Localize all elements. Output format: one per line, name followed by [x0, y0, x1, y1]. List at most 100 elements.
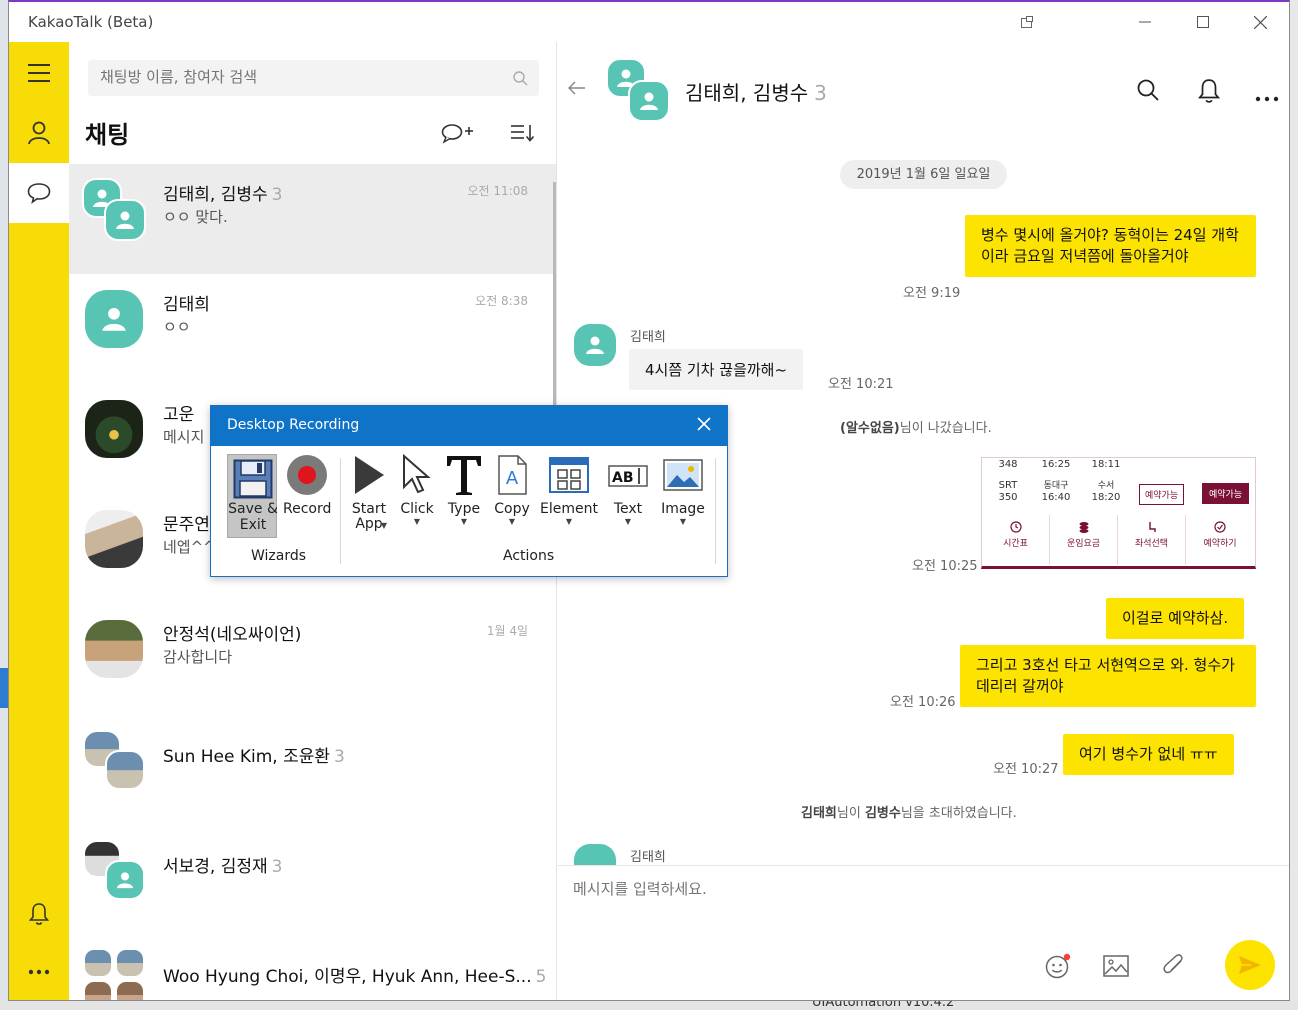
- friends-icon: [28, 121, 50, 145]
- chat-room-title: 김태희, 김병수 3: [685, 77, 827, 106]
- back-arrow-icon: [567, 81, 585, 95]
- ticket-departure: 동대구 16:40: [1036, 480, 1076, 504]
- chat-name: Sun Hee Kim, 조윤환: [163, 747, 331, 767]
- chat-notification-button[interactable]: [1197, 78, 1221, 108]
- record-label: Record: [283, 501, 332, 517]
- ticket-selected-button: 예약가능: [1202, 483, 1250, 504]
- recorder-close-button[interactable]: [697, 415, 711, 436]
- click-button[interactable]: Click ▼: [397, 453, 437, 526]
- chat-name: Woo Hyung Choi, 이명우, Hyuk Ann, Hee-S...: [163, 967, 532, 987]
- image-button[interactable]: Image ▼: [659, 454, 707, 526]
- text-button[interactable]: AB Text ▼: [607, 454, 649, 526]
- app-title: KakaoTalk (Beta): [28, 13, 154, 31]
- send-button[interactable]: [1225, 940, 1275, 990]
- search-icon: [1137, 79, 1159, 101]
- ticket-nav-label: 시간표: [1003, 539, 1028, 549]
- system-user: 김태희: [801, 806, 837, 821]
- chat-row[interactable]: 김태희 ㅇㅇ 오전 8:38: [69, 274, 556, 384]
- search-icon: [513, 71, 528, 86]
- more-button[interactable]: [9, 942, 69, 1000]
- ticket-train-name: SRT: [998, 480, 1018, 491]
- message-time: 오전 10:26: [890, 695, 956, 710]
- chat-more-button[interactable]: [1255, 87, 1279, 106]
- ticket-arr-station: 수서: [1097, 481, 1115, 491]
- actions-group-label: Actions: [503, 548, 555, 564]
- chat-name: 김태희: [163, 295, 210, 315]
- message-time: 오전 10:21: [828, 377, 894, 392]
- emoticon-button[interactable]: [1045, 953, 1071, 983]
- chat-search-button[interactable]: [1137, 79, 1159, 105]
- compact-overlay-icon: [1021, 16, 1033, 28]
- element-button[interactable]: Element ▼: [539, 454, 599, 526]
- chat-name-container: 안정석(네오싸이언): [163, 620, 301, 645]
- notifications-button[interactable]: [9, 884, 69, 944]
- sender-avatar[interactable]: [574, 324, 616, 366]
- message-time: 오전 9:19: [903, 286, 961, 301]
- avatar-photo: [85, 620, 143, 678]
- chats-tab[interactable]: [9, 163, 69, 223]
- type-button[interactable]: Type ▼: [444, 454, 484, 526]
- save-exit-button[interactable]: Save & Exit: [227, 454, 278, 538]
- ticket-available-button: 예약가능: [1139, 484, 1185, 505]
- system-text: 님이: [836, 806, 865, 821]
- dropdown-caret-icon: ▼: [679, 517, 687, 526]
- avatar-photo: [85, 510, 143, 568]
- file-attach-button[interactable]: [1161, 953, 1187, 983]
- chat-row[interactable]: 안정석(네오싸이언) 감사합니다 1월 4일: [69, 604, 556, 714]
- copy-button[interactable]: A Copy ▼: [492, 454, 532, 526]
- chat-preview: 감사합니다: [163, 648, 233, 666]
- chat-name-container: 김태희: [163, 290, 210, 315]
- my-message-bubble[interactable]: 여기 병수가 없네 ㅠㅠ: [1063, 734, 1234, 775]
- minimize-button[interactable]: [1122, 2, 1168, 42]
- shared-ticket-image[interactable]: 348 16:25 18:11 SRT 350 동대구 16:40 수서 18:20 …: [981, 457, 1256, 569]
- compact-overlay-button[interactable]: [1004, 2, 1050, 42]
- search-input[interactable]: [100, 68, 500, 86]
- chat-row[interactable]: Woo Hyung Choi, 이명우, Hyuk Ann, Hee-S... 5: [69, 934, 556, 1000]
- more-icon: [1255, 96, 1279, 102]
- coins-icon: [1079, 522, 1088, 533]
- play-icon: [355, 456, 384, 494]
- sort-icon: [511, 125, 535, 142]
- start-app-button[interactable]: Start App ▼: [348, 454, 390, 532]
- chat-time: 1월 4일: [486, 624, 528, 638]
- chat-name-container: 고운: [163, 400, 194, 425]
- image-attach-button[interactable]: [1103, 955, 1129, 981]
- maximize-icon: [1197, 16, 1209, 28]
- chat-preview: 메시지: [163, 428, 205, 446]
- system-message: (알수없음)님이 나갔습니다.: [840, 417, 992, 436]
- search-box: [88, 60, 539, 96]
- paperclip-icon: [1163, 954, 1183, 974]
- member-count: 5: [535, 967, 547, 987]
- chat-row[interactable]: 김태희, 김병수 3 ㅇㅇ 맞다. 오전 11:08: [69, 164, 556, 274]
- record-button[interactable]: Record: [283, 454, 331, 517]
- member-count: 3: [271, 185, 283, 205]
- message-composer: [558, 865, 1289, 1000]
- sort-button[interactable]: [511, 124, 535, 146]
- other-message-bubble[interactable]: 4시쯤 기차 끊을까해~: [629, 349, 804, 390]
- recorder-title-bar: Desktop Recording: [211, 406, 727, 446]
- back-button[interactable]: [567, 80, 586, 99]
- ticket-arrival: 수서 18:20: [1086, 480, 1126, 504]
- my-message-bubble[interactable]: 이걸로 예약하삼.: [1106, 598, 1245, 639]
- my-message-bubble[interactable]: 병수 몇시에 올거야? 동혁이는 24일 개학이라 금요일 저녁쯤에 돌아올거야: [965, 215, 1256, 277]
- avatar: [104, 199, 146, 241]
- new-chat-button[interactable]: [441, 122, 475, 148]
- close-window-button[interactable]: [1237, 2, 1283, 42]
- chat-row[interactable]: 서보경, 김정재 3: [69, 824, 556, 934]
- element-label: Element: [540, 501, 598, 517]
- chat-name-container: 서보경, 김정재 3: [163, 852, 282, 877]
- wizards-group-label: Wizards: [251, 548, 307, 564]
- menu-icon: [28, 64, 50, 82]
- background-window-text: UIAutomation v10.4.2: [812, 1001, 955, 1010]
- menu-button[interactable]: [9, 43, 69, 103]
- my-message-bubble[interactable]: 그리고 3호선 타고 서현역으로 와. 형수가 데리러 갈꺼야: [960, 645, 1256, 707]
- svg-text:AB: AB: [612, 470, 634, 486]
- chat-time: 오전 11:08: [467, 184, 528, 198]
- message-time: 오전 10:27: [993, 762, 1059, 777]
- chat-row[interactable]: Sun Hee Kim, 조윤환 3: [69, 714, 556, 824]
- friends-tab[interactable]: [9, 103, 69, 163]
- system-user: (알수없음): [840, 421, 900, 436]
- message-input[interactable]: [573, 880, 1173, 898]
- maximize-button[interactable]: [1180, 2, 1226, 42]
- background-window-edge-right: [1290, 0, 1298, 1010]
